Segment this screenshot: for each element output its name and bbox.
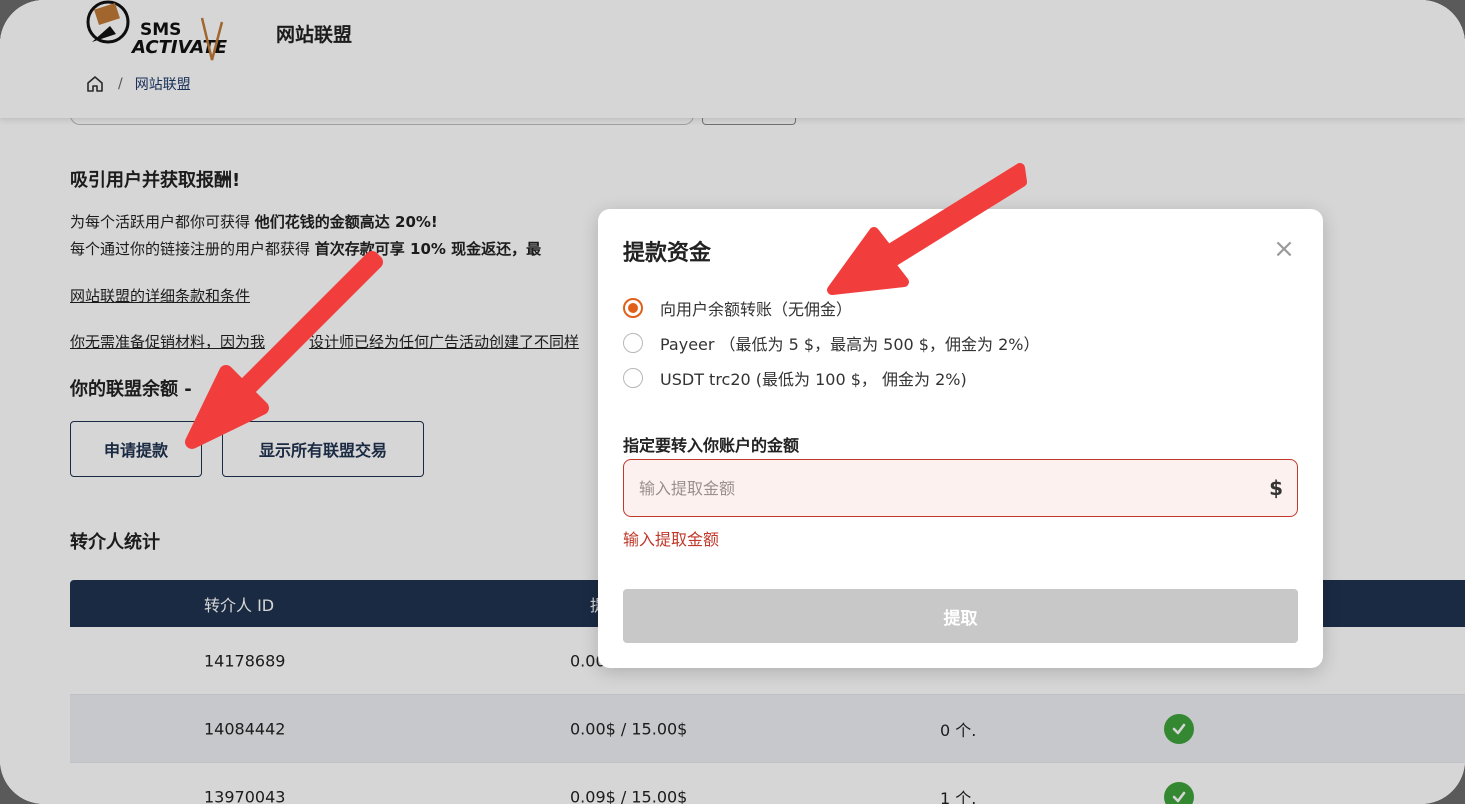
option-balance-transfer-label: 向用户余额转账（无佣金） (660, 300, 853, 319)
option-payeer[interactable]: Payeer （最低为 5 $，最高为 500 $，佣金为 2%） (623, 331, 1039, 355)
amount-field: $ (623, 459, 1298, 517)
dollar-icon: $ (1269, 476, 1283, 500)
amount-label: 指定要转入你账户的金额 (623, 436, 800, 455)
amount-error: 输入提取金额 (623, 530, 720, 549)
option-payeer-label: Payeer （最低为 5 $，最高为 500 $，佣金为 2%） (660, 335, 1040, 354)
option-usdt-label: USDT trc20 (最低为 100 $， 佣金为 2%) (660, 370, 967, 389)
amount-input[interactable] (624, 477, 1241, 499)
modal-title: 提款资金 (623, 241, 712, 266)
withdraw-funds-modal: 提款资金 × 向用户余额转账（无佣金） Payeer （最低为 5 $，最高为 … (598, 209, 1323, 668)
option-balance-transfer[interactable]: 向用户余额转账（无佣金） (623, 296, 852, 320)
radio-payeer[interactable] (623, 333, 643, 353)
close-icon[interactable]: × (1272, 236, 1296, 262)
withdraw-button[interactable]: 提取 (623, 589, 1298, 643)
radio-usdt[interactable] (623, 368, 643, 388)
browser-frame: SMS ACTIVATE 网站联盟 / 网站联盟 吸引用户并获取报酬! 为每个活… (0, 0, 1465, 804)
option-usdt[interactable]: USDT trc20 (最低为 100 $， 佣金为 2%) (623, 366, 967, 390)
radio-balance-transfer[interactable] (623, 298, 643, 318)
